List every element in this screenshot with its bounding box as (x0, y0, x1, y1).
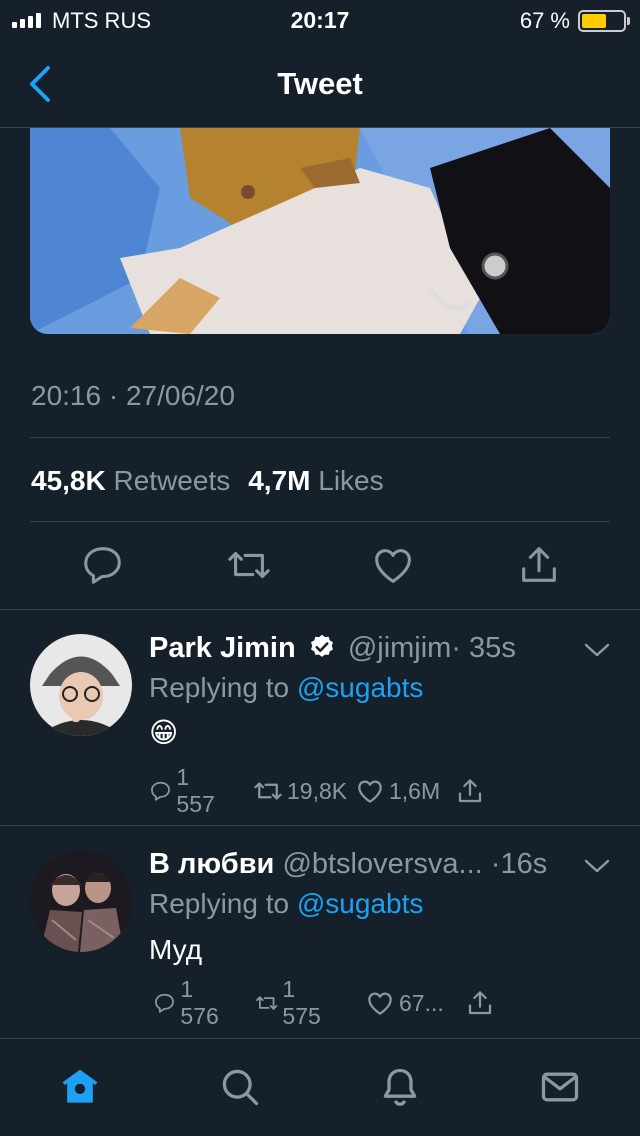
retweet-icon (254, 782, 282, 800)
battery-icon (578, 10, 630, 32)
retweet-button[interactable]: 1 575 (255, 976, 327, 1029)
reply-tweet[interactable]: Park Jimin @jimjim· 35s Replying to @sug… (0, 610, 640, 825)
share-button[interactable] (465, 986, 495, 1020)
battery-percent: 67 % (519, 8, 570, 33)
like-button[interactable]: 1,6M (355, 774, 440, 808)
reply-icon (84, 547, 121, 584)
share-button[interactable] (516, 542, 562, 588)
tweet-image[interactable] (30, 128, 610, 334)
reply-author[interactable]: В любви @btsloversva... ·16s (149, 848, 547, 881)
photo-hands-image (30, 128, 610, 334)
share-icon (522, 547, 556, 582)
status-bar: MTS RUS 20:17 67 % (0, 0, 640, 40)
share-button[interactable] (455, 774, 485, 808)
notifications-icon (383, 1068, 417, 1106)
retweets-count: 45,8K (31, 465, 106, 496)
reply-text: 😁 (149, 717, 179, 748)
page-title: Tweet (277, 66, 363, 101)
likes-stat[interactable]: 4,7M Likes (248, 465, 387, 497)
reply-icon (155, 993, 174, 1013)
like-icon (375, 549, 411, 583)
retweets-label: Retweets (113, 465, 231, 496)
retweet-button[interactable]: 19,8K (253, 774, 347, 808)
messages-icon (541, 1072, 579, 1102)
reply-time: · 35s (451, 632, 516, 664)
reply-icon (151, 781, 170, 801)
tab-bar (0, 1038, 640, 1136)
reply-button[interactable]: 1 557 (149, 764, 221, 817)
replying-prefix: Replying to (149, 888, 290, 919)
avatar[interactable] (30, 850, 132, 952)
retweet-count: 1 575 (282, 976, 321, 1029)
author-handle: @jimjim (347, 632, 452, 664)
reply-button[interactable] (80, 542, 126, 588)
like-button[interactable]: 67... (365, 986, 444, 1020)
tab-messages[interactable] (538, 1065, 582, 1109)
author-handle: @btsloversva... (282, 848, 483, 880)
reply-count: 1 576 (180, 976, 219, 1029)
retweet-button[interactable] (226, 542, 272, 588)
author-name: Park Jimin (149, 632, 296, 664)
replying-to: Replying to @sugabts (149, 888, 423, 920)
author-name: В любви (149, 848, 275, 880)
likes-label: Likes (318, 465, 384, 496)
retweet-icon (228, 551, 270, 579)
share-icon (468, 991, 492, 1015)
tab-notifications[interactable] (378, 1065, 422, 1109)
retweets-stat[interactable]: 45,8K Retweets (31, 465, 234, 497)
like-button[interactable] (370, 542, 416, 588)
tab-home[interactable] (58, 1065, 102, 1109)
nav-header: Tweet (0, 40, 640, 128)
reply-button[interactable]: 1 576 (153, 976, 225, 1029)
chevron-down-icon[interactable] (584, 642, 610, 658)
reply-tweet[interactable]: В любви @btsloversva... ·16s Replying to… (0, 826, 640, 1037)
tab-search[interactable] (218, 1065, 262, 1109)
tweet-stats: 45,8K Retweets 4,7M Likes (31, 465, 388, 497)
divider (30, 437, 610, 438)
reply-time: ·16s (490, 848, 548, 880)
replying-to: Replying to @sugabts (149, 672, 423, 704)
reply-text: Муд (149, 934, 203, 965)
likes-count: 4,7M (248, 465, 311, 496)
retweet-icon (256, 996, 278, 1010)
mention-link[interactable]: @sugabts (297, 672, 424, 703)
mention-link[interactable]: @sugabts (297, 888, 424, 919)
replying-prefix: Replying to (149, 672, 290, 703)
retweet-count: 19,8K (287, 777, 348, 804)
like-icon (368, 992, 392, 1015)
like-count: 67... (399, 989, 444, 1016)
reply-author[interactable]: Park Jimin @jimjim· 35s (149, 632, 516, 665)
tweet-timestamp: 20:16 · 27/06/20 (31, 380, 235, 411)
chevron-down-icon[interactable] (584, 858, 610, 874)
reply-count: 1 557 (176, 764, 215, 817)
verified-badge-icon (310, 634, 333, 657)
share-icon (458, 779, 482, 803)
avatar[interactable] (30, 634, 132, 736)
search-icon (222, 1069, 259, 1106)
divider (30, 521, 610, 522)
like-count: 1,6M (389, 777, 441, 804)
home-icon (62, 1069, 98, 1103)
like-icon (358, 780, 382, 803)
tweet-actions (0, 542, 640, 588)
